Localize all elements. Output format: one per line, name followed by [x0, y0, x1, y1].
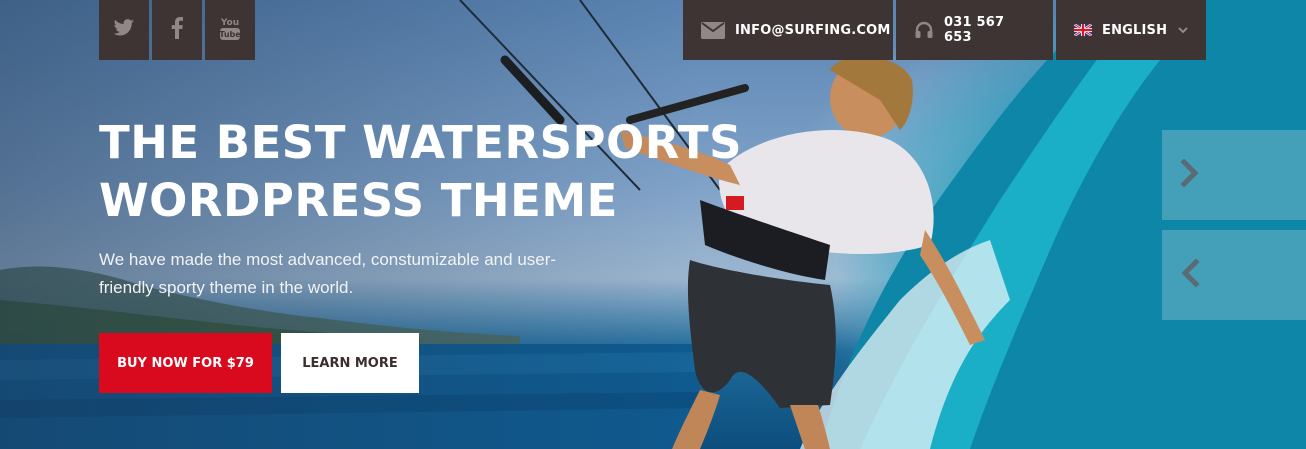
- twitter-icon: [113, 18, 135, 42]
- hero-headline: THE BEST WATERSPORTS WORDPRESS THEME: [99, 114, 742, 230]
- chevron-right-icon: [1180, 157, 1200, 192]
- slider-prev-button[interactable]: [1162, 230, 1306, 320]
- youtube-icon: You Tube: [219, 14, 241, 47]
- svg-text:You: You: [220, 18, 239, 28]
- top-contact-bar: INFO@SURFING.COM 031 567 653 ENGLISH: [683, 0, 1206, 60]
- language-selector[interactable]: ENGLISH: [1056, 0, 1206, 60]
- language-text: ENGLISH: [1102, 22, 1168, 38]
- facebook-icon: [171, 16, 183, 44]
- buy-now-button[interactable]: BUY NOW FOR $79: [99, 333, 272, 393]
- svg-text:Tube: Tube: [219, 30, 241, 39]
- hero-headline-line-2: WORDPRESS THEME: [99, 174, 618, 227]
- chevron-left-icon: [1180, 257, 1200, 292]
- social-links: You Tube: [99, 0, 255, 60]
- learn-more-button[interactable]: LEARN MORE: [281, 333, 419, 393]
- facebook-button[interactable]: [152, 0, 202, 60]
- hero-subtitle: We have made the most advanced, constumi…: [99, 250, 557, 297]
- email-link[interactable]: INFO@SURFING.COM: [683, 0, 893, 60]
- phone-link[interactable]: 031 567 653: [896, 0, 1053, 60]
- uk-flag-icon: [1074, 24, 1092, 36]
- youtube-button[interactable]: You Tube: [205, 0, 255, 60]
- headphones-icon: [914, 20, 934, 40]
- hero-headline-line-1: THE BEST WATERSPORTS: [99, 116, 742, 169]
- email-text: INFO@SURFING.COM: [735, 22, 891, 38]
- chevron-down-icon: [1178, 26, 1188, 34]
- envelope-icon: [701, 21, 725, 39]
- twitter-button[interactable]: [99, 0, 149, 60]
- phone-text: 031 567 653: [944, 15, 1005, 45]
- slider-next-button[interactable]: [1162, 130, 1306, 220]
